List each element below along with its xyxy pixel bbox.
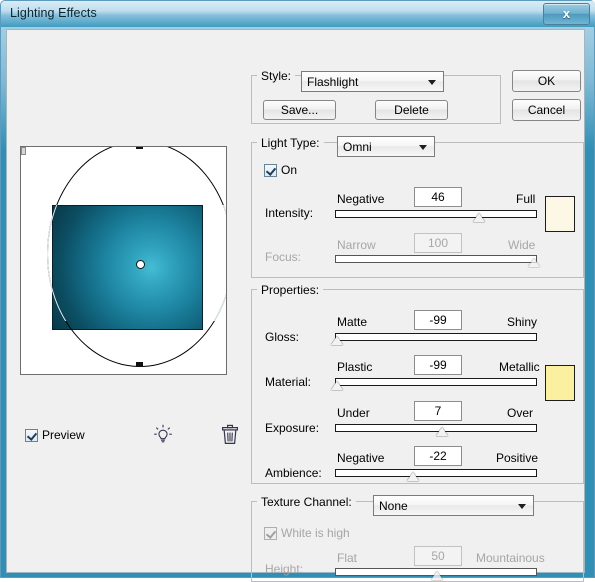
material-min-label: Plastic [337,360,372,374]
ambience-value[interactable]: -22 [414,446,462,466]
light-on-checkbox-label: On [281,163,297,177]
delete-button-label: Delete [394,103,429,117]
focus-slider-thumb [528,258,540,267]
light-on-checkbox-box[interactable] [264,164,277,177]
texture-channel-dropdown[interactable]: None [373,495,534,516]
exposure-max-label: Over [507,406,533,420]
preview-canvas[interactable] [20,146,227,375]
material-max-label: Metallic [499,360,540,374]
light-color-swatch[interactable] [545,196,575,232]
focus-min-label: Narrow [337,238,376,252]
exposure-value[interactable]: 7 [414,401,462,421]
exposure-min-label: Under [337,406,370,420]
height-slider-thumb [431,571,443,580]
gloss-min-label: Matte [337,315,367,329]
intensity-value[interactable]: 46 [414,187,462,207]
gloss-value[interactable]: -99 [414,310,462,330]
ok-button[interactable]: OK [512,70,581,92]
chevron-down-icon [428,80,436,85]
intensity-min-label: Negative [337,192,384,206]
texture-channel-dropdown-value: None [379,499,408,513]
preview-checkbox[interactable]: Preview [25,428,85,442]
close-icon: x [544,6,589,21]
lighting-effects-dialog: Lighting Effects x Preview [0,0,595,578]
ambience-min-label: Negative [337,451,384,465]
light-bulb-icon[interactable] [152,424,174,446]
focus-value: 100 [414,233,462,253]
light-center-handle[interactable] [136,260,145,269]
preview-checkbox-label: Preview [42,428,85,442]
ambience-slider-track[interactable] [335,469,537,477]
white-is-high-checkbox-box [264,527,277,540]
style-group-legend: Style: [257,69,295,83]
intensity-max-label: Full [516,192,535,206]
properties-group-legend: Properties: [257,283,323,297]
save-button-label: Save... [281,103,318,117]
material-value[interactable]: -99 [414,355,462,375]
cancel-button[interactable]: Cancel [512,99,581,121]
height-max-label: Mountainous [476,551,545,565]
gloss-label: Gloss: [265,330,299,344]
intensity-slider-thumb[interactable] [473,213,485,222]
white-is-high-checkbox-label: White is high [281,526,350,540]
chevron-down-icon [518,504,526,509]
trash-can-icon[interactable] [220,424,240,446]
delete-button[interactable]: Delete [375,100,448,120]
light-on-checkbox[interactable]: On [264,163,297,177]
material-color-swatch[interactable] [545,365,575,401]
gloss-slider-thumb[interactable] [331,336,343,345]
focus-slider-track [335,255,537,263]
intensity-label: Intensity: [265,206,313,220]
white-is-high-checkbox: White is high [264,526,350,540]
exposure-slider-thumb[interactable] [436,427,448,436]
close-button[interactable]: x [543,3,590,25]
save-button[interactable]: Save... [263,100,336,120]
preview-checkbox-box[interactable] [25,429,38,442]
style-dropdown[interactable]: Flashlight [301,71,444,92]
height-label: Height: [265,562,303,576]
material-slider-thumb[interactable] [331,381,343,390]
intensity-slider-track[interactable] [335,210,537,218]
gloss-max-label: Shiny [507,315,537,329]
dialog-client-area: Preview [6,29,585,573]
material-slider-track[interactable] [335,378,537,386]
ellipse-handle-left[interactable] [21,147,26,155]
style-dropdown-value: Flashlight [307,75,358,89]
focus-max-label: Wide [508,238,535,252]
window-title: Lighting Effects [10,6,97,20]
texture-channel-group-legend: Texture Channel: [257,495,356,509]
ambience-max-label: Positive [496,451,538,465]
title-bar: Lighting Effects x [1,1,595,27]
gloss-slider-track[interactable] [335,333,537,341]
chevron-down-icon [419,145,427,150]
exposure-label: Exposure: [265,421,319,435]
height-value: 50 [414,546,462,566]
cancel-button-label: Cancel [528,103,565,117]
focus-label: Focus: [265,250,301,264]
ambience-slider-thumb[interactable] [407,472,419,481]
height-min-label: Flat [337,551,357,565]
light-type-dropdown[interactable]: Omni [337,136,435,157]
light-type-dropdown-value: Omni [343,140,372,154]
ok-button-label: OK [538,74,555,88]
ellipse-handle-top[interactable] [136,146,143,149]
ambience-label: Ambience: [265,466,322,480]
material-label: Material: [265,375,311,389]
ellipse-handle-bottom[interactable] [136,362,143,367]
light-type-group-legend: Light Type: [257,136,324,150]
